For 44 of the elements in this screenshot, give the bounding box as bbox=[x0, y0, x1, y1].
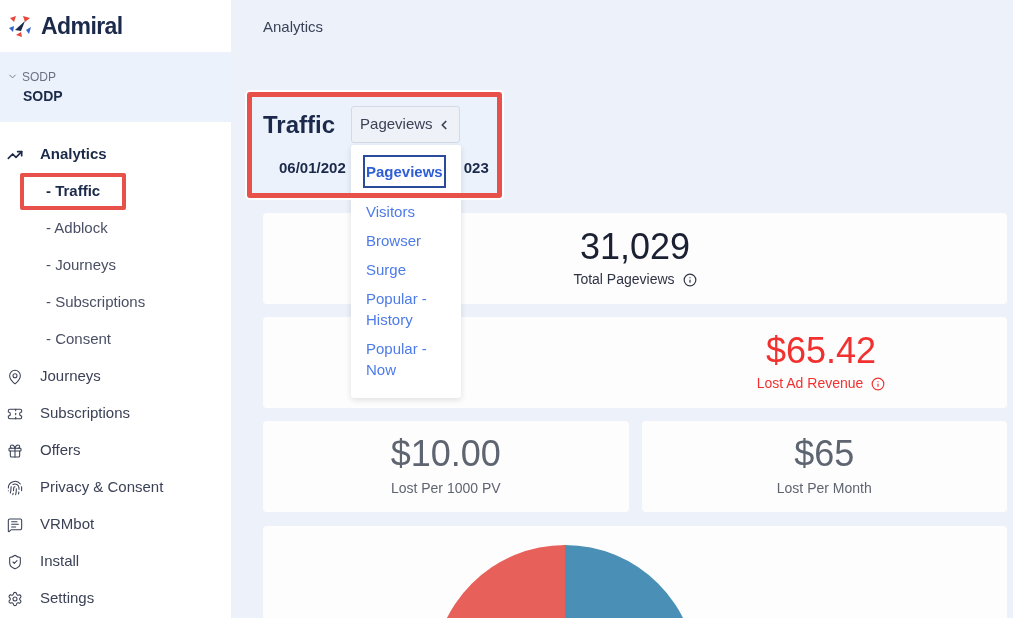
nav-item[interactable]: Subscriptions bbox=[0, 395, 231, 432]
dropdown-option[interactable]: Browser bbox=[366, 226, 451, 255]
logo-icon bbox=[7, 14, 33, 38]
nav-item[interactable]: Privacy & Consent bbox=[0, 469, 231, 506]
stat-label: Lost Per 1000 PV bbox=[390, 479, 501, 498]
nav-subitem[interactable]: - Traffic bbox=[24, 177, 123, 206]
nav-item[interactable]: Settings bbox=[0, 580, 231, 617]
stat-value: $10.00 bbox=[390, 434, 501, 474]
dropdown-option[interactable]: Pageviews bbox=[363, 155, 446, 188]
stat-label: Total Pageviews bbox=[573, 270, 675, 289]
nav-item[interactable]: Install bbox=[0, 543, 231, 580]
nav-subitem[interactable]: - Adblock bbox=[24, 214, 130, 243]
dropdown-option[interactable]: Surge bbox=[366, 255, 451, 284]
stat-label: Lost Per Month bbox=[776, 479, 872, 498]
nav-item[interactable]: Analytics bbox=[0, 136, 231, 173]
map-pin-icon bbox=[7, 368, 23, 385]
settings-icon bbox=[7, 590, 23, 607]
nav-item[interactable]: VRMbot bbox=[0, 506, 231, 543]
chat-icon bbox=[7, 516, 23, 533]
workspace-name: SODP bbox=[22, 86, 64, 106]
stat-value: $65.42 bbox=[765, 331, 877, 371]
stat-value: 31,029 bbox=[579, 227, 691, 267]
brand-name: Admiral bbox=[41, 11, 123, 41]
dropdown-option[interactable]: Popular - Now bbox=[366, 334, 451, 384]
shield-icon bbox=[7, 553, 23, 570]
dropdown-option[interactable]: Popular - History bbox=[366, 284, 451, 334]
nav-subitem[interactable]: - Consent bbox=[24, 325, 134, 354]
page-title: Traffic bbox=[263, 109, 336, 140]
date-start: 06/01/202 bbox=[279, 158, 346, 178]
gift-icon bbox=[7, 442, 23, 459]
workspace-label: SODP bbox=[22, 68, 56, 86]
nav-item[interactable]: Offers bbox=[0, 432, 231, 469]
fingerprint-icon bbox=[7, 479, 23, 496]
metric-dropdown[interactable]: Pageviews bbox=[351, 106, 460, 143]
dropdown-option[interactable]: Visitors bbox=[366, 197, 451, 226]
nav-subitem[interactable]: - Journeys bbox=[24, 251, 139, 280]
nav-item[interactable]: Journeys bbox=[0, 358, 231, 395]
stat-label: Lost Ad Revenue bbox=[756, 374, 864, 393]
workspace-selector[interactable]: SODP SODP bbox=[0, 52, 231, 122]
info-icon[interactable] bbox=[682, 272, 697, 287]
date-end: 023 bbox=[463, 158, 489, 178]
breadcrumb: Analytics bbox=[263, 17, 324, 38]
nav-subitem[interactable]: - Subscriptions bbox=[24, 288, 168, 317]
stat-value: $65 bbox=[794, 434, 855, 474]
